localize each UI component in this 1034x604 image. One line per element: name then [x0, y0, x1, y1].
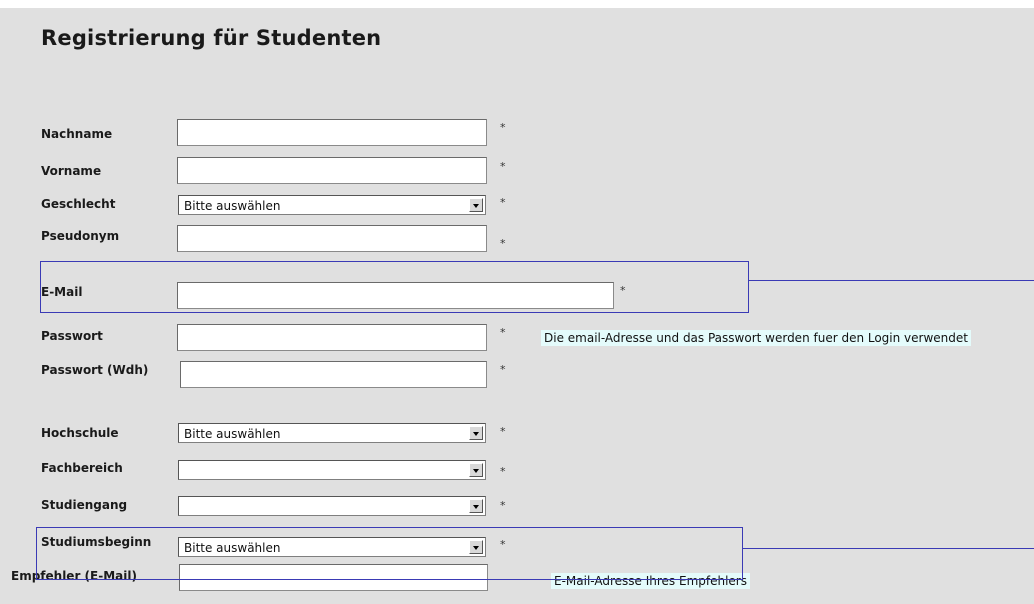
required-marker: * — [500, 237, 506, 250]
studiengang-select[interactable] — [178, 496, 486, 516]
studiumsbeginn-highlight-box — [36, 527, 743, 580]
vorname-label: Vorname — [41, 164, 102, 178]
email-callout-line — [749, 280, 1034, 281]
passwort-wdh-input[interactable] — [180, 361, 487, 388]
fachbereich-select[interactable] — [178, 460, 486, 480]
vorname-input[interactable] — [177, 157, 487, 184]
chevron-down-icon[interactable] — [469, 463, 483, 477]
email-highlight-box — [40, 261, 749, 313]
pseudonym-label: Pseudonym — [41, 229, 120, 243]
required-marker: * — [500, 363, 506, 376]
passwort-label: Passwort — [41, 329, 103, 343]
nachname-label: Nachname — [41, 127, 113, 141]
hochschule-select[interactable]: Bitte auswählen — [178, 423, 486, 443]
geschlecht-selected-value: Bitte auswählen — [184, 199, 281, 213]
required-marker: * — [500, 499, 506, 512]
geschlecht-label: Geschlecht — [41, 197, 116, 211]
studiengang-label: Studiengang — [41, 498, 128, 512]
geschlecht-select[interactable]: Bitte auswählen — [178, 195, 486, 215]
passwort-input[interactable] — [177, 324, 487, 351]
passwort-wdh-label: Passwort (Wdh) — [41, 363, 149, 377]
studiumsbeginn-callout-line — [743, 548, 1034, 549]
required-marker: * — [500, 196, 506, 209]
chevron-down-icon[interactable] — [469, 198, 483, 212]
fachbereich-label: Fachbereich — [41, 461, 123, 475]
required-marker: * — [500, 465, 506, 478]
pseudonym-input[interactable] — [177, 225, 487, 252]
hochschule-label: Hochschule — [41, 426, 119, 440]
nachname-input[interactable] — [177, 119, 487, 146]
chevron-down-icon[interactable] — [469, 499, 483, 513]
required-marker: * — [500, 326, 506, 339]
page-title: Registrierung für Studenten — [41, 26, 382, 50]
login-hint: Die email-Adresse und das Passwort werde… — [541, 330, 971, 346]
required-marker: * — [500, 425, 506, 438]
hochschule-selected-value: Bitte auswählen — [184, 427, 281, 441]
chevron-down-icon[interactable] — [469, 426, 483, 440]
required-marker: * — [500, 121, 506, 134]
required-marker: * — [500, 160, 506, 173]
form-panel: Registrierung für Studenten Nachname * V… — [0, 8, 1034, 604]
